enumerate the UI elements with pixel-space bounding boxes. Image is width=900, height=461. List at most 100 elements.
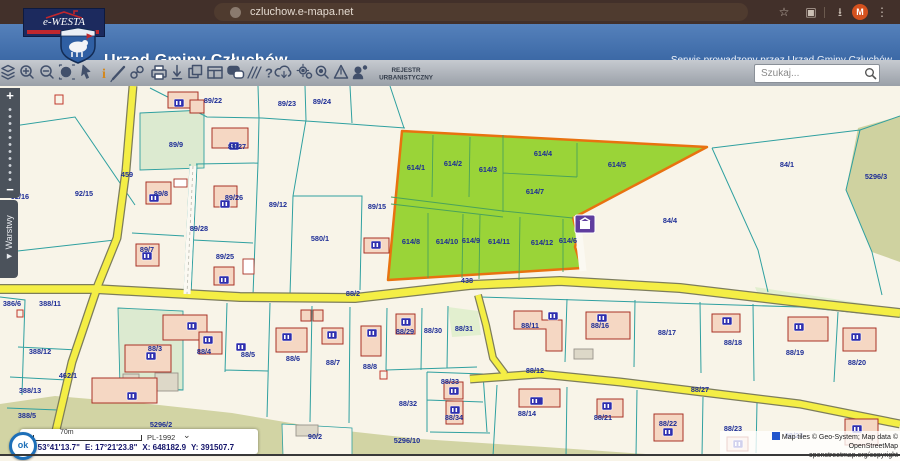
search-plus-icon[interactable]	[316, 66, 328, 78]
building-footprint	[301, 310, 311, 321]
address-plate-glyph	[800, 325, 802, 329]
parcel-label-614-11: 614/11	[488, 237, 510, 246]
search-input[interactable]	[759, 66, 863, 81]
profile-avatar[interactable]: M	[852, 4, 868, 20]
register-urbanistyczny-button[interactable]: REJESTR URBANISTYCZNY	[379, 67, 434, 82]
search-icon[interactable]	[864, 67, 877, 80]
parcel-label-89-26: 89/26	[225, 193, 243, 202]
print-icon[interactable]	[152, 66, 166, 79]
address-plate-glyph	[669, 430, 671, 434]
draw-line-icon[interactable]	[111, 67, 124, 82]
browser-menu-icon[interactable]: ⋮	[874, 4, 890, 20]
address-plate	[602, 402, 612, 410]
full-extent-icon[interactable]	[60, 65, 75, 79]
zoom-slider[interactable]	[0, 104, 20, 182]
building-footprint	[574, 349, 593, 359]
address-plate-glyph	[451, 389, 453, 393]
address-plate-glyph	[148, 354, 150, 358]
address-plate-glyph	[373, 331, 375, 335]
messages-icon[interactable]	[228, 67, 244, 79]
address-plate	[548, 312, 558, 320]
map-zoom-out-button[interactable]: −	[0, 182, 20, 198]
address-plate-glyph	[193, 324, 195, 328]
address-plate-glyph	[857, 335, 859, 339]
address-plate-glyph	[554, 314, 556, 318]
layers-tab-label: ▼ Warstwy	[4, 202, 14, 274]
parcel-label-88-33: 88/33	[441, 377, 459, 386]
crs-selector[interactable]: PL-1992	[147, 433, 175, 442]
svg-text:URBANISTYCZNY: URBANISTYCZNY	[379, 75, 434, 82]
warning-triangle-icon[interactable]	[335, 66, 348, 79]
address-plate-glyph	[455, 389, 457, 393]
layers-icon[interactable]	[2, 66, 14, 80]
zoom-out-icon[interactable]	[41, 66, 53, 78]
download-icon[interactable]: ⭳	[832, 4, 848, 20]
address-plate-glyph	[329, 333, 331, 337]
parcel-label-614-2: 614/2	[444, 159, 462, 168]
coord-y: Y: 391507.7	[191, 443, 234, 452]
parcel-label-88-2: 88/2	[346, 289, 360, 298]
parcel-label-386-6: 386/6	[3, 299, 21, 308]
address-plate-glyph	[176, 101, 178, 105]
user-feedback-icon[interactable]	[354, 65, 368, 78]
coord-x: X: 648182.9	[142, 443, 186, 452]
parcel-label-5296-3: 5296/3	[865, 172, 887, 181]
address-plate-glyph	[180, 101, 182, 105]
zoom-in-icon[interactable]	[21, 66, 33, 78]
address-plate-glyph	[148, 254, 150, 258]
address-plate-glyph	[209, 338, 211, 342]
measure-icon[interactable]	[248, 67, 261, 78]
landmark-icon[interactable]	[575, 215, 595, 233]
cloud-download-icon[interactable]	[275, 66, 290, 77]
address-plate-glyph	[205, 338, 207, 342]
select-cursor-icon[interactable]	[82, 65, 90, 78]
layers-panel-tab[interactable]: ▼ Warstwy	[0, 200, 18, 278]
download-pin-icon[interactable]	[173, 66, 182, 79]
parcel-label-89-24: 89/24	[313, 97, 332, 106]
extensions-icon[interactable]: ▣	[803, 4, 819, 20]
settings-icon[interactable]	[297, 64, 311, 78]
building-footprint	[243, 259, 254, 274]
map-canvas[interactable]: 89/2289/2389/2489/989/2792/1692/1545989/…	[0, 86, 900, 456]
coord-e: E: 17°21'23.8"	[85, 443, 137, 452]
parcel-label-88-27: 88/27	[691, 385, 709, 394]
address-plate-glyph	[373, 243, 375, 247]
parcel-label-89-7: 89/7	[140, 245, 154, 254]
address-plate	[794, 323, 804, 331]
svg-text:?: ?	[265, 66, 273, 81]
address-plate-glyph	[226, 202, 228, 206]
panel-icon[interactable]	[208, 67, 222, 78]
bookmark-star-icon[interactable]: ☆	[776, 4, 792, 20]
parcel-label-88-5: 88/5	[241, 350, 255, 359]
parcel-label-84-4: 84/4	[663, 216, 678, 225]
parcel-label-88-3: 88/3	[148, 344, 162, 353]
parcel-label-459: 459	[121, 170, 133, 179]
map-zoom-in-button[interactable]: +	[0, 88, 20, 104]
parcel-label-88-14: 88/14	[518, 409, 537, 418]
address-plate	[449, 387, 459, 395]
info-icon[interactable]: i	[102, 67, 106, 82]
parcel-label-89-8: 89/8	[154, 189, 168, 198]
parcel-label-614-8: 614/8	[402, 237, 420, 246]
address-plate-glyph	[728, 319, 730, 323]
crs-chevron-icon[interactable]: ⌄	[183, 430, 191, 441]
parcel-label-89-22: 89/22	[204, 96, 222, 105]
parcel-label-88-12: 88/12	[526, 366, 544, 375]
copy-icon[interactable]	[189, 66, 202, 78]
address-plate-glyph	[853, 335, 855, 339]
parcel-label-90-2: 90/2	[308, 432, 322, 441]
link-icon[interactable]	[131, 67, 143, 79]
parcel-label-88-20: 88/20	[848, 358, 866, 367]
parcel-label-88-19: 88/19	[786, 348, 804, 357]
parcel-label-88-31: 88/31	[455, 324, 473, 333]
address-plate	[722, 317, 732, 325]
parcel-label-89-12: 89/12	[269, 200, 287, 209]
parcel-label-89-27: 89/27	[228, 142, 246, 151]
parcel-label-84-1: 84/1	[780, 160, 794, 169]
address-plate	[203, 336, 213, 344]
cursor-coordinates: N: 53°41'13.7"E: 17°21'23.8"X: 648182.9Y…	[27, 443, 239, 452]
help-icon[interactable]: ?	[265, 66, 273, 81]
address-plate-glyph	[604, 404, 606, 408]
address-plate-glyph	[603, 316, 605, 320]
svg-text:REJESTR: REJESTR	[391, 67, 420, 74]
